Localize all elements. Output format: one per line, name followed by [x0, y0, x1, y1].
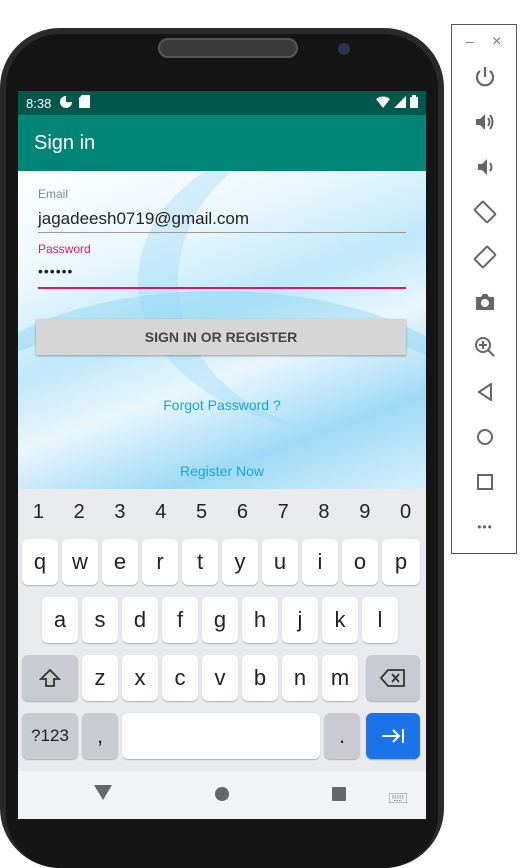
- key-6[interactable]: 6: [222, 489, 263, 535]
- shift-key[interactable]: [22, 655, 78, 701]
- status-time: 8:38: [26, 95, 52, 111]
- number-row: 1 2 3 4 5 6 7 8 9 0: [18, 489, 426, 535]
- password-label: Password: [38, 242, 91, 256]
- password-field[interactable]: ••••••: [38, 263, 73, 279]
- home-button[interactable]: [471, 423, 499, 451]
- page-title: Sign in: [34, 131, 96, 154]
- key-5[interactable]: 5: [181, 489, 222, 535]
- rotate-left-icon: [473, 200, 497, 224]
- minimize-button[interactable]: –: [466, 33, 474, 49]
- back-icon: [477, 383, 492, 401]
- overview-icon: [477, 474, 493, 490]
- key-0[interactable]: 0: [385, 489, 426, 535]
- key-d[interactable]: d: [122, 597, 158, 643]
- zoom-icon: [475, 337, 495, 357]
- home-icon: [477, 429, 493, 445]
- register-now-link[interactable]: Register Now: [18, 463, 426, 479]
- key-h[interactable]: h: [242, 597, 278, 643]
- email-underline: [38, 232, 406, 233]
- wifi-icon: [376, 96, 390, 111]
- backspace-icon: [380, 669, 405, 687]
- key-n[interactable]: n: [282, 655, 318, 701]
- key-7[interactable]: 7: [263, 489, 304, 535]
- key-x[interactable]: x: [122, 655, 158, 701]
- rotate-right-icon: [473, 245, 497, 269]
- status-bar: 8:38: [18, 91, 426, 115]
- key-k[interactable]: k: [322, 597, 358, 643]
- device-screen: 8:38 Sign in Email jagadeesh0719@gmail.c…: [18, 91, 426, 819]
- rotate-right-button[interactable]: [471, 243, 499, 271]
- key-g[interactable]: g: [202, 597, 238, 643]
- key-2[interactable]: 2: [59, 489, 100, 535]
- volume-down-button[interactable]: [471, 153, 499, 181]
- forgot-password-link[interactable]: Forgot Password ?: [18, 397, 426, 413]
- period-key[interactable]: .: [324, 713, 360, 759]
- key-m[interactable]: m: [322, 655, 358, 701]
- key-p[interactable]: p: [382, 539, 420, 585]
- key-3[interactable]: 3: [100, 489, 141, 535]
- key-b[interactable]: b: [242, 655, 278, 701]
- key-j[interactable]: j: [282, 597, 318, 643]
- overview-button[interactable]: [471, 468, 499, 496]
- rotate-left-button[interactable]: [471, 198, 499, 226]
- soft-keyboard: 1 2 3 4 5 6 7 8 9 0 q w e r t y u i o p …: [18, 489, 426, 771]
- password-underline: [38, 287, 406, 289]
- email-field[interactable]: jagadeesh0719@gmail.com: [38, 209, 249, 229]
- backspace-key[interactable]: [366, 655, 420, 701]
- key-o[interactable]: o: [342, 539, 378, 585]
- key-f[interactable]: f: [162, 597, 198, 643]
- key-t[interactable]: t: [182, 539, 218, 585]
- comma-key[interactable]: ,: [82, 713, 118, 759]
- app-notification-icon: [59, 95, 73, 112]
- key-8[interactable]: 8: [304, 489, 345, 535]
- zoom-button[interactable]: [471, 333, 499, 361]
- phone-camera: [338, 43, 350, 55]
- next-key[interactable]: [366, 713, 420, 759]
- key-4[interactable]: 4: [140, 489, 181, 535]
- key-1[interactable]: 1: [18, 489, 59, 535]
- key-i[interactable]: i: [302, 539, 338, 585]
- key-c[interactable]: c: [162, 655, 198, 701]
- volume-down-icon: [478, 159, 493, 175]
- key-v[interactable]: v: [202, 655, 238, 701]
- battery-icon: [410, 95, 418, 111]
- back-button[interactable]: [471, 378, 499, 406]
- back-nav-icon[interactable]: [94, 785, 112, 806]
- close-button[interactable]: ×: [492, 33, 501, 51]
- symbols-key[interactable]: ?123: [22, 713, 78, 759]
- system-nav-bar: [18, 771, 426, 819]
- key-a[interactable]: a: [42, 597, 78, 643]
- more-button[interactable]: •••: [471, 513, 499, 541]
- volume-up-icon: [476, 114, 494, 130]
- phone-speaker: [158, 38, 298, 58]
- key-w[interactable]: w: [62, 539, 98, 585]
- shift-icon: [39, 668, 61, 687]
- camera-icon: [476, 294, 494, 310]
- space-key[interactable]: [122, 713, 320, 759]
- key-r[interactable]: r: [142, 539, 178, 585]
- keyboard-switch-icon[interactable]: [388, 790, 408, 808]
- cell-signal-icon: [394, 95, 406, 111]
- sd-card-icon: [79, 95, 91, 111]
- screenshot-button[interactable]: [471, 288, 499, 316]
- sign-in-form: Email jagadeesh0719@gmail.com Password •…: [18, 171, 426, 489]
- home-nav-icon[interactable]: [214, 786, 230, 807]
- key-y[interactable]: y: [222, 539, 258, 585]
- email-label: Email: [38, 187, 69, 201]
- tab-next-icon: [382, 729, 404, 743]
- power-icon: [475, 67, 495, 87]
- key-q[interactable]: q: [22, 539, 58, 585]
- key-l[interactable]: l: [362, 597, 398, 643]
- recents-nav-icon[interactable]: [331, 786, 347, 807]
- key-s[interactable]: s: [82, 597, 118, 643]
- emulator-toolbar: – × •••: [451, 24, 517, 554]
- key-e[interactable]: e: [102, 539, 138, 585]
- key-u[interactable]: u: [262, 539, 298, 585]
- app-bar: Sign in: [18, 115, 426, 171]
- power-button[interactable]: [471, 63, 499, 91]
- key-9[interactable]: 9: [344, 489, 385, 535]
- key-z[interactable]: z: [82, 655, 118, 701]
- volume-up-button[interactable]: [471, 108, 499, 136]
- sign-in-button[interactable]: SIGN IN OR REGISTER: [36, 319, 406, 355]
